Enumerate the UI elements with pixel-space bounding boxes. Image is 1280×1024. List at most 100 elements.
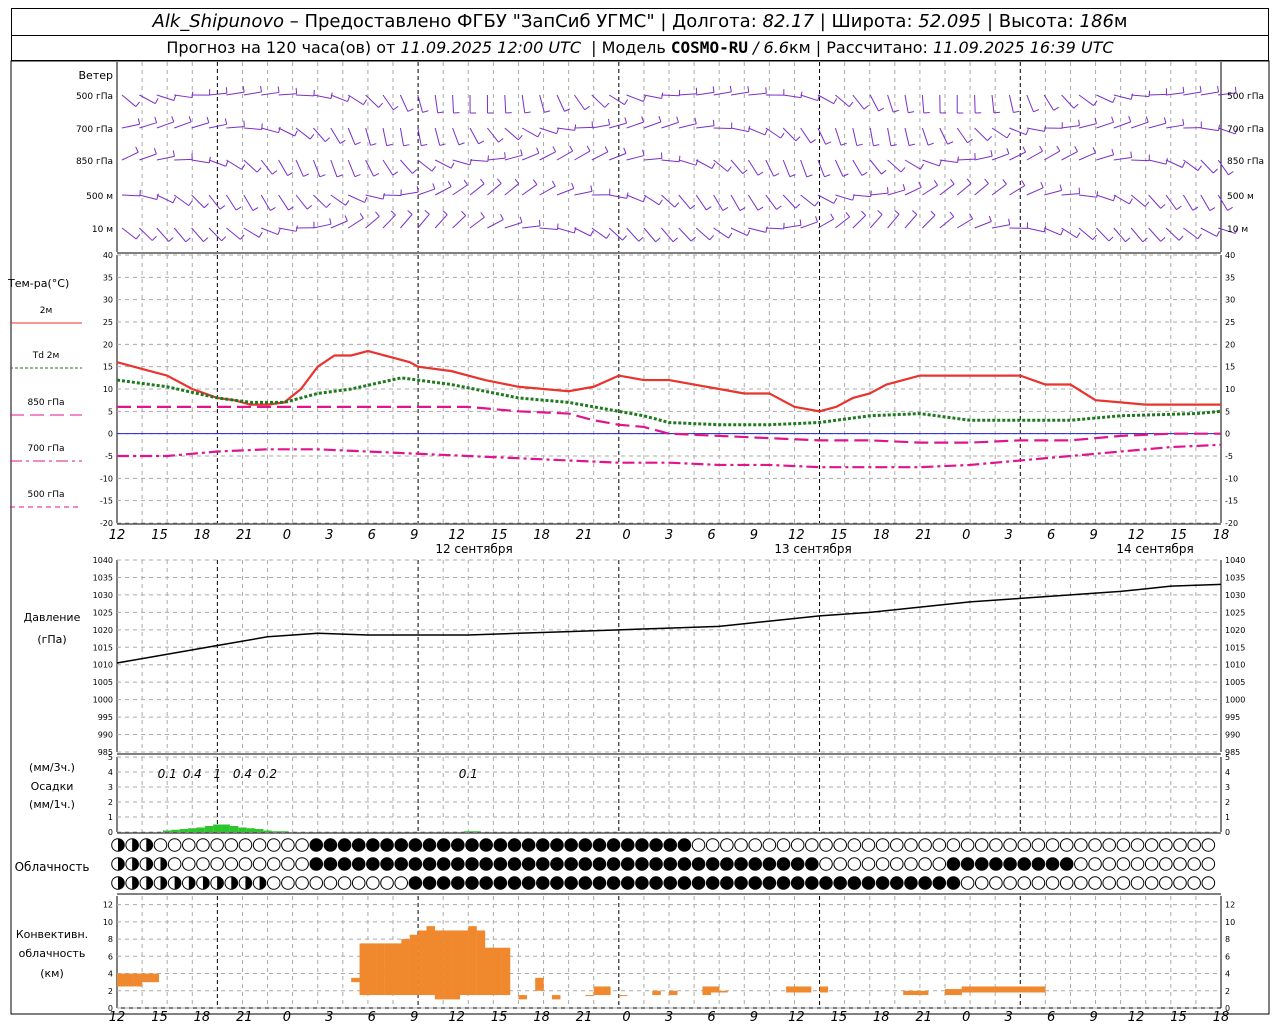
wind-barb [504, 154, 523, 161]
cloud-symbol [1173, 857, 1187, 871]
cloud-symbol [989, 876, 1003, 890]
y-tick-right: 10 [1225, 918, 1235, 927]
wind-barb [522, 152, 540, 161]
wind-barb-flag [153, 148, 157, 155]
y-tick-left: 1010 [93, 661, 113, 670]
wind-barb-flag [757, 171, 764, 176]
cloud-symbol [366, 857, 380, 871]
cloud-symbol [918, 876, 932, 890]
wind-barb-flag [552, 146, 557, 152]
time-label: 9 [750, 528, 758, 543]
wind-barb [782, 194, 796, 209]
wind-barb-flag [624, 117, 628, 124]
conv-cloud-bar [409, 934, 419, 996]
time-label-bottom: 12 [788, 1010, 805, 1024]
wind-barb-flag [1176, 205, 1182, 211]
wind-barb-flag [706, 206, 712, 211]
conv-cloud-bar [142, 973, 151, 983]
wind-barb [1165, 92, 1184, 96]
y-tick-right: 1030 [1225, 591, 1245, 600]
wind-barb [156, 155, 175, 161]
y-tick-left: 35 [103, 273, 113, 282]
wind-barb-flag [658, 199, 663, 206]
conv-cloud-bar [351, 977, 360, 983]
wind-barb [626, 194, 644, 203]
cloud-symbol [819, 876, 833, 890]
wind-barb-flag [271, 170, 278, 175]
wind-barb-flag [984, 178, 989, 184]
cloud-symbol [323, 838, 338, 852]
cloud-symbol [196, 838, 210, 852]
wind-barb-flag [1182, 86, 1185, 93]
cloud-symbol [451, 857, 465, 871]
wind-barb [174, 121, 192, 129]
wind-barb-flag [1002, 179, 1007, 185]
cloud-symbol [677, 876, 692, 890]
y-tick-right: 4 [1225, 768, 1230, 777]
conv-cloud-bar [476, 930, 486, 996]
cloud-symbol [479, 838, 493, 852]
wind-barb-flag [894, 209, 900, 215]
wind-barb-flag [151, 235, 157, 241]
wind-barb [678, 194, 691, 210]
y-tick-left: 0 [108, 1004, 113, 1013]
cloud-symbol [493, 876, 508, 890]
cloud-symbol-fill [132, 838, 139, 852]
cloud-symbol [833, 876, 847, 890]
wind-barb [382, 214, 396, 229]
cloud-symbol [1159, 857, 1173, 871]
wind-barb-flag [533, 179, 538, 185]
wind-barb-flag [848, 101, 854, 107]
cloud-symbol [663, 876, 678, 890]
precip-title: Осадки [31, 780, 74, 793]
cloud-symbol [833, 838, 847, 852]
wind-barb [417, 127, 422, 146]
precip-amount-label: 0.1 [459, 767, 478, 781]
wind-barb [904, 186, 922, 196]
wind-barb-flag [933, 180, 939, 186]
wind-barb [1078, 227, 1094, 241]
cloud-symbol [1059, 838, 1074, 852]
wind-barb-flag [137, 118, 141, 125]
wind-barb [957, 158, 976, 161]
wind-barb-flag [607, 118, 611, 125]
wind-barb [226, 126, 245, 129]
wind-barb [295, 159, 304, 177]
cloud-symbol [974, 876, 989, 890]
wind-barb-flag [324, 137, 331, 142]
cloud-symbol [805, 876, 819, 890]
wind-barb-flag [1130, 151, 1133, 158]
precip-bar [255, 829, 264, 832]
cloud-symbol-fill [146, 838, 153, 852]
wind-barb [226, 227, 241, 240]
precip-amount-label: 1 [214, 767, 222, 781]
cloud-symbol [1159, 838, 1173, 852]
wind-barb-flag [303, 173, 310, 177]
wind-barb [730, 127, 749, 133]
wind-barb-flag [911, 210, 918, 215]
cloud-symbol [861, 838, 876, 852]
wind-barb [521, 127, 539, 138]
cloud-symbol [649, 857, 663, 871]
cloud-symbol [1003, 857, 1017, 871]
wind-barb-flag [1006, 147, 1010, 154]
wind-barb [922, 214, 936, 229]
conv-unit: (км) [40, 967, 64, 980]
wind-barb-flag [586, 145, 591, 152]
wind-barb [1026, 227, 1045, 233]
wind-barb [817, 94, 835, 105]
wind-barb-flag [574, 124, 577, 131]
conv-cloud-bar [585, 995, 594, 997]
wind-barb [626, 227, 640, 242]
wind-barb [295, 194, 308, 210]
cloud-symbol [861, 857, 876, 871]
wind-barb-flag [520, 149, 523, 156]
cloud-symbol [1017, 876, 1032, 890]
time-label-bottom: 15 [491, 1010, 508, 1024]
wind-level-label: 500 гПа [76, 92, 113, 102]
cloud-symbol [536, 876, 550, 890]
wind-barb [504, 183, 520, 196]
time-label-bottom: 0 [283, 1010, 291, 1024]
wind-barb [1148, 227, 1162, 242]
cloud-symbol [1017, 857, 1032, 871]
